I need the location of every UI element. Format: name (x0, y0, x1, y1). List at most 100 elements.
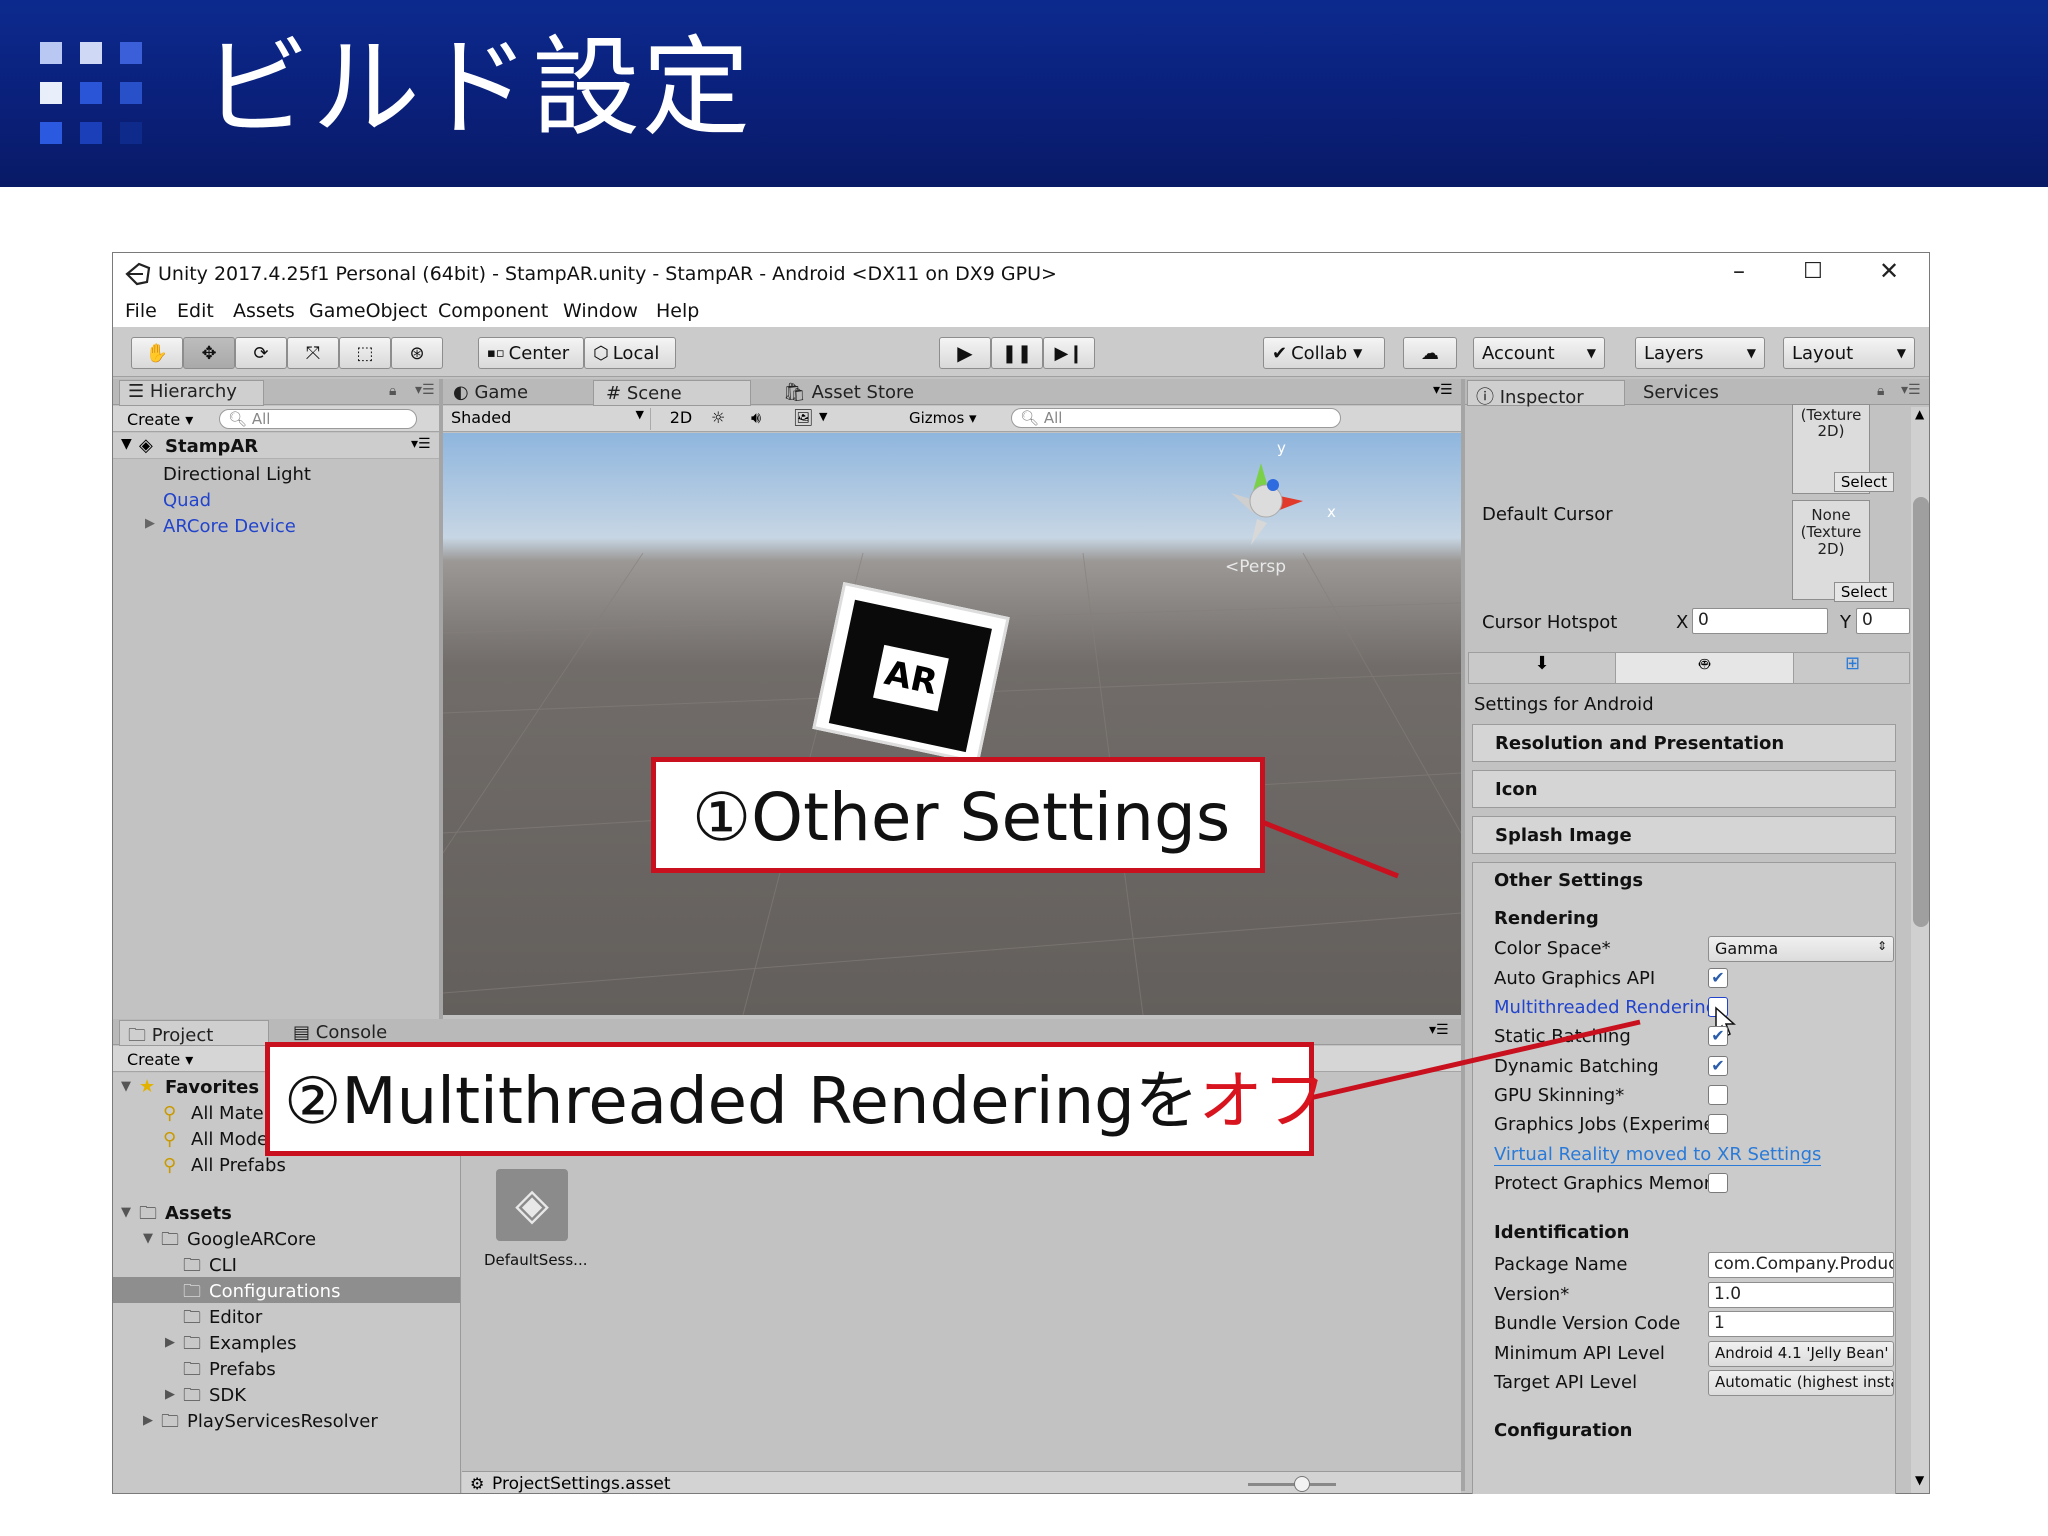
minimize-button[interactable]: – (1719, 257, 1759, 285)
favorite-item[interactable]: All Prefabs (191, 1155, 286, 1176)
tab-project[interactable]: 🗀 Project (119, 1020, 269, 1046)
bundle-code-input[interactable]: 1 (1708, 1311, 1894, 1337)
target-api-dropdown[interactable]: Automatic (highest installe (1708, 1370, 1894, 1396)
tab-hierarchy[interactable]: ☰ Hierarchy (119, 380, 264, 406)
hierarchy-item[interactable]: Quad (163, 490, 211, 511)
scroll-up-icon[interactable]: ▲ (1915, 407, 1924, 421)
zoom-slider-track[interactable] (1248, 1483, 1336, 1486)
tree-folder[interactable]: CLI (209, 1255, 237, 1276)
texture-select-button[interactable]: Select (1834, 472, 1894, 492)
audio-icon[interactable]: 🔊︎ (751, 408, 761, 428)
menu-window[interactable]: Window (563, 300, 638, 322)
scene-menu-icon[interactable]: ▾☰ (411, 436, 431, 452)
section-resolution[interactable]: Resolution and Presentation (1472, 724, 1896, 762)
panel-menu-icon[interactable]: ▾☰ (415, 382, 435, 398)
version-input[interactable]: 1.0 (1708, 1282, 1894, 1308)
layout-dropdown[interactable]: Layout ▼ (1783, 337, 1915, 369)
hand-tool-button[interactable]: ✋ (131, 337, 183, 369)
rect-tool-button[interactable]: ⬚ (339, 337, 391, 369)
perspective-label[interactable]: <Persp (1225, 557, 1286, 577)
favorites-label[interactable]: Favorites (165, 1077, 259, 1098)
expand-triangle-icon[interactable]: ▶ (145, 516, 155, 531)
platform-tab-android[interactable]: 🤖︎ (1616, 653, 1794, 683)
lock-icon[interactable]: 🔒︎ (389, 383, 396, 399)
hierarchy-create-button[interactable]: Create ▾ (127, 410, 193, 429)
play-button[interactable]: ▶ (939, 337, 991, 369)
expand-triangle-icon[interactable]: ▶ (143, 1413, 153, 1428)
tree-folder-selected[interactable]: Configurations (209, 1281, 340, 1302)
menu-file[interactable]: File (125, 300, 157, 322)
unity-asset-icon[interactable]: ◈ (496, 1169, 568, 1241)
tab-console[interactable]: ▤ Console (293, 1022, 387, 1043)
favorite-item[interactable]: All Mode (191, 1129, 268, 1150)
tree-folder[interactable]: Prefabs (209, 1359, 276, 1380)
auto-graphics-checkbox[interactable]: ✔ (1708, 968, 1728, 988)
lighting-icon[interactable]: ☼ (711, 408, 725, 427)
hotspot-y-input[interactable]: 0 (1856, 608, 1910, 634)
other-settings-header[interactable]: Other Settings (1494, 870, 1643, 891)
scroll-down-icon[interactable]: ▼ (1915, 1473, 1924, 1487)
menu-component[interactable]: Component (438, 300, 548, 322)
tree-folder[interactable]: GoogleARCore (187, 1229, 316, 1250)
menu-edit[interactable]: Edit (177, 300, 214, 322)
project-create-button[interactable]: Create ▾ (127, 1050, 193, 1069)
pivot-center-button[interactable]: ▪▫ Center (478, 337, 584, 369)
effects-icon[interactable]: 🖼︎ (793, 408, 813, 427)
step-button[interactable]: ▶❙ (1043, 337, 1095, 369)
expand-triangle-icon[interactable]: ▶ (165, 1335, 175, 1350)
chevron-down-icon[interactable]: ▼ (819, 410, 827, 423)
tab-services[interactable]: Services (1643, 382, 1719, 403)
panel-menu-icon[interactable]: ▾☰ (1429, 1022, 1449, 1038)
favorite-item[interactable]: All Mate (191, 1103, 264, 1124)
zoom-slider-handle[interactable] (1294, 1476, 1310, 1492)
asset-file-name[interactable]: DefaultSess... (484, 1251, 588, 1269)
pivot-local-button[interactable]: ⬡ Local (584, 337, 676, 369)
rotate-tool-button[interactable]: ⟳ (235, 337, 287, 369)
gizmos-dropdown[interactable]: Gizmos ▾ (909, 409, 977, 427)
vr-settings-link[interactable]: Virtual Reality moved to XR Settings (1494, 1144, 1822, 1166)
hotspot-x-input[interactable]: 0 (1692, 608, 1828, 634)
transform-tool-button[interactable]: ⊛ (391, 337, 443, 369)
lock-icon[interactable]: 🔒︎ (1877, 383, 1884, 399)
dynamic-batching-checkbox[interactable]: ✔ (1708, 1056, 1728, 1076)
expand-triangle-icon[interactable]: ▼ (143, 1231, 153, 1246)
section-splash[interactable]: Splash Image (1472, 816, 1896, 854)
gpu-skinning-checkbox[interactable] (1708, 1085, 1728, 1105)
scene-viewport[interactable]: AR y x <Persp (443, 433, 1461, 1015)
tree-folder[interactable]: Examples (209, 1333, 296, 1354)
layers-dropdown[interactable]: Layers ▼ (1635, 337, 1765, 369)
account-dropdown[interactable]: Account ▼ (1473, 337, 1605, 369)
hierarchy-item[interactable]: Directional Light (163, 464, 311, 485)
expand-triangle-icon[interactable]: ▼ (121, 1079, 131, 1094)
assets-folder[interactable]: Assets (165, 1203, 232, 1224)
expand-triangle-icon[interactable]: ▶ (165, 1387, 175, 1402)
tree-folder[interactable]: PlayServicesResolver (187, 1411, 378, 1432)
color-space-dropdown[interactable]: Gamma ⇕ (1708, 936, 1894, 962)
expand-triangle-icon[interactable]: ▼ (121, 1205, 131, 1220)
maximize-button[interactable]: ☐ (1793, 259, 1833, 284)
expand-triangle-icon[interactable]: ▼ (121, 436, 132, 452)
menu-help[interactable]: Help (656, 300, 699, 322)
tab-scene[interactable]: # Scene (593, 380, 751, 406)
platform-tab-standalone[interactable]: ⬇ (1469, 653, 1616, 683)
collab-dropdown[interactable]: ✔ Collab ▼ (1263, 337, 1385, 369)
tab-asset-store[interactable]: 🛍︎ Asset Store (783, 382, 914, 403)
shading-mode-dropdown[interactable]: Shaded ▼ (451, 408, 651, 430)
hierarchy-item[interactable]: ARCore Device (163, 516, 296, 537)
section-icon[interactable]: Icon (1472, 770, 1896, 808)
package-name-input[interactable]: com.Company.ProductNa (1708, 1252, 1894, 1278)
tree-folder[interactable]: SDK (209, 1385, 246, 1406)
inspector-scrollbar[interactable]: ▲ ▼ (1911, 407, 1929, 1493)
menu-gameobject[interactable]: GameObject (309, 300, 427, 322)
scene-row[interactable]: ▼ ◈ StampAR ▾☰ (113, 433, 439, 459)
platform-tab-windows[interactable]: ⊞ (1794, 653, 1910, 683)
2d-toggle[interactable]: 2D (661, 408, 701, 427)
tree-folder[interactable]: Editor (209, 1307, 262, 1328)
cloud-button[interactable]: ☁ (1403, 337, 1457, 369)
close-button[interactable]: ✕ (1869, 257, 1909, 285)
graphics-jobs-checkbox[interactable] (1708, 1114, 1728, 1134)
texture-select-button[interactable]: Select (1834, 582, 1894, 602)
hierarchy-search-input[interactable]: 🔍︎ All (219, 409, 417, 429)
menu-assets[interactable]: Assets (233, 300, 295, 322)
scale-tool-button[interactable]: ⤧ (287, 337, 339, 369)
